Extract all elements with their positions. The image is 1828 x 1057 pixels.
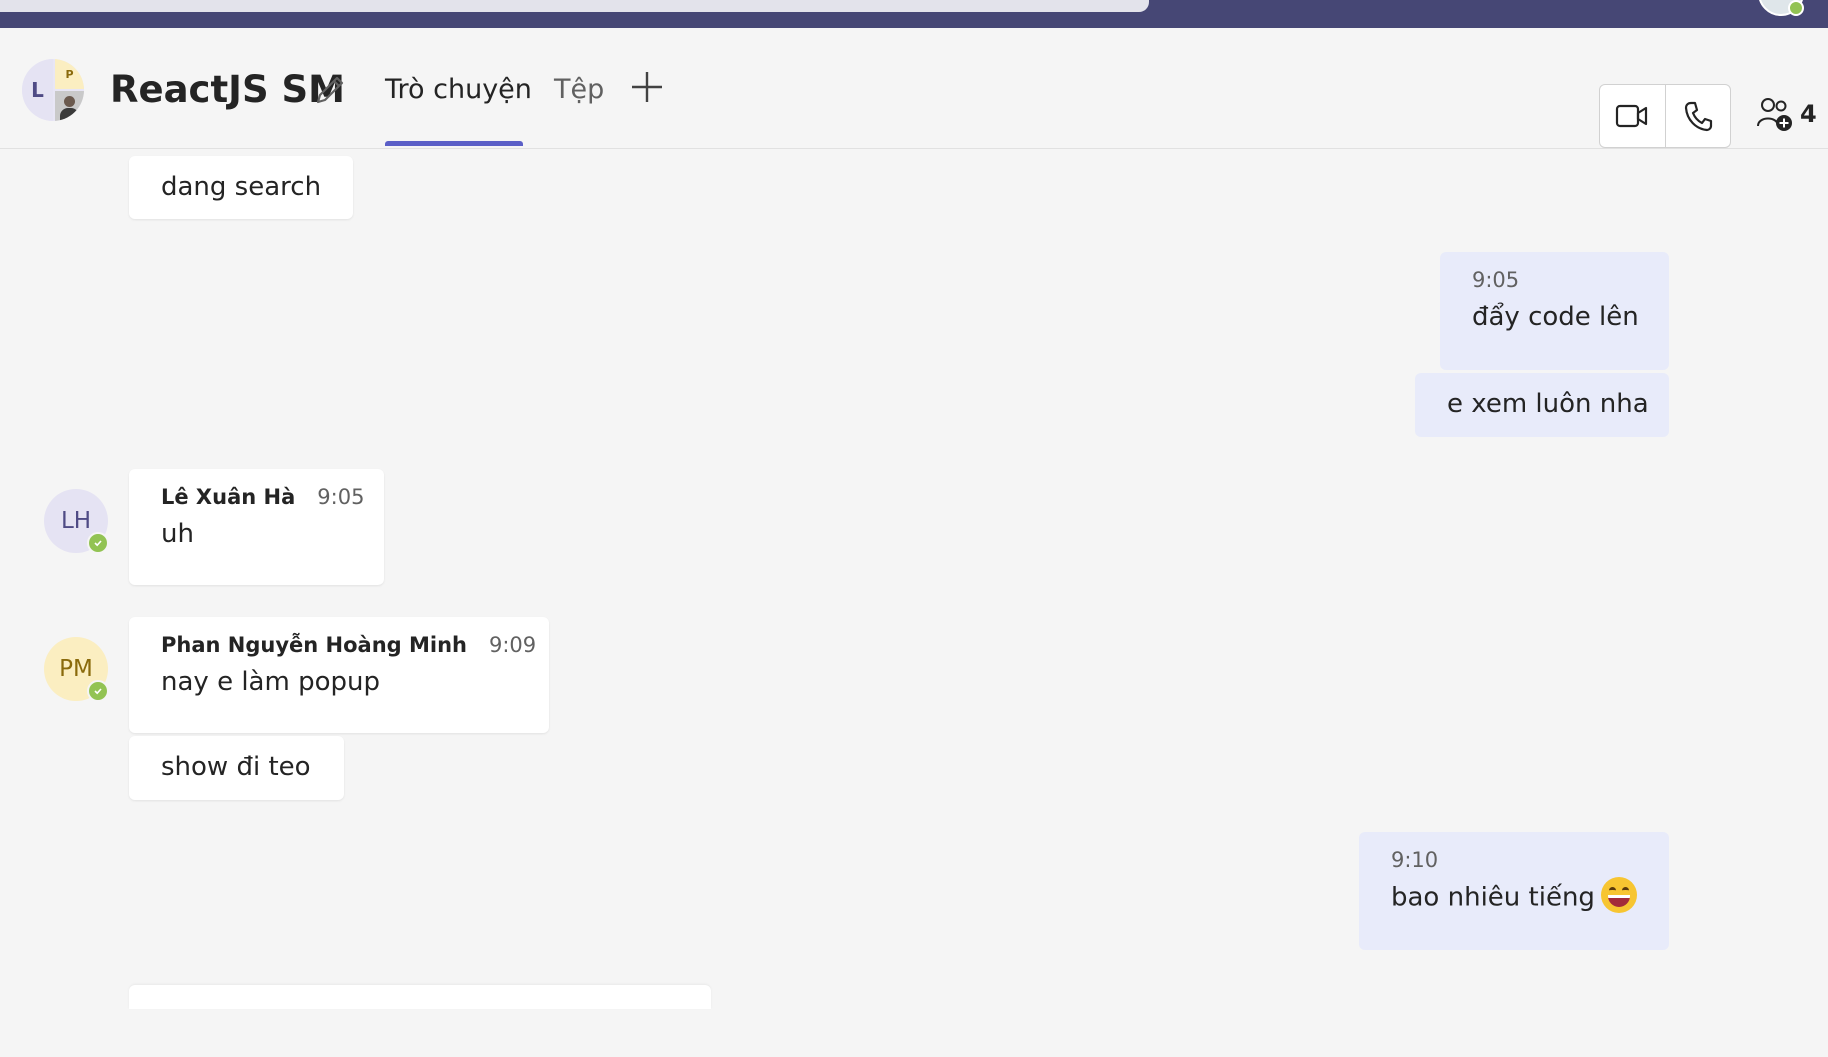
video-call-button[interactable]: [1600, 85, 1665, 147]
message-meta: 9:05: [1472, 266, 1637, 294]
message-time: 9:05: [317, 485, 365, 509]
message-meta: Phan Nguyễn Hoàng Minh 9:09: [161, 631, 536, 659]
message-text: bao nhiêu tiếng: [1391, 877, 1637, 916]
message-text: show đi teo: [161, 752, 311, 782]
app-title-bar: [0, 0, 1828, 28]
message-bubble-own[interactable]: 9:10 bao nhiêu tiếng: [1359, 832, 1669, 950]
message-text: dang search: [161, 172, 322, 202]
message-text: đẩy code lên: [1472, 302, 1639, 333]
message-bubble[interactable]: Lê Xuân Hà 9:05 uh: [129, 469, 384, 585]
message-bubble-partial[interactable]: [129, 985, 711, 1009]
audio-call-icon: [1684, 101, 1712, 132]
avatar[interactable]: LH: [44, 489, 109, 554]
video-call-icon: [1616, 104, 1648, 128]
message-text: nay e làm popup: [161, 667, 380, 698]
group-avatar-photo: [55, 91, 84, 121]
people-add-icon: [1757, 98, 1792, 131]
message-meta: Lê Xuân Hà 9:05: [161, 483, 364, 511]
participants-count: 4: [1800, 100, 1817, 128]
audio-call-button[interactable]: [1664, 85, 1731, 147]
group-avatar[interactable]: L P: [22, 59, 84, 121]
presence-available-icon: [87, 680, 109, 702]
active-tab-indicator: [385, 141, 523, 146]
message-time: 9:05: [1472, 268, 1520, 292]
message-meta: 9:10: [1391, 846, 1637, 874]
chat-title: ReactJS SM: [110, 68, 345, 111]
tab-chat[interactable]: Trò chuyện: [385, 74, 532, 105]
presence-available-icon: [87, 532, 109, 554]
message-bubble[interactable]: Phan Nguyễn Hoàng Minh 9:09 nay e làm pop…: [129, 617, 549, 733]
group-avatar-secondary-initial: P: [55, 59, 84, 89]
message-bubble-own[interactable]: 9:05 đẩy code lên: [1440, 252, 1669, 370]
message-bubble[interactable]: show đi teo: [129, 736, 344, 800]
call-button-group: [1599, 84, 1731, 148]
avatar[interactable]: PM: [44, 637, 109, 702]
avatar-initials: PM: [59, 656, 93, 682]
my-profile-avatar[interactable]: [1758, 0, 1804, 16]
grinning-face-emoji: [1600, 877, 1637, 914]
message-text: uh: [161, 519, 194, 550]
message-bubble-own[interactable]: e xem luôn nha: [1415, 373, 1669, 437]
message-time: 9:10: [1391, 848, 1439, 872]
message-author: Lê Xuân Hà: [161, 485, 296, 509]
message-time: 9:09: [489, 633, 537, 657]
message-author: Phan Nguyễn Hoàng Minh: [161, 633, 467, 657]
message-text-content: bao nhiêu tiếng: [1391, 882, 1595, 913]
message-text: e xem luôn nha: [1447, 389, 1649, 419]
message-bubble[interactable]: dang search: [129, 156, 354, 220]
presence-available-icon: [1788, 0, 1804, 16]
add-tab-icon[interactable]: [630, 70, 664, 104]
chat-header: L P ReactJS SM Trò chuyện Tệp 4: [0, 28, 1828, 149]
edit-icon[interactable]: [312, 72, 348, 108]
tab-files[interactable]: Tệp: [554, 74, 604, 105]
group-avatar-initial: L: [22, 59, 53, 121]
participants-button[interactable]: 4: [1756, 96, 1817, 132]
avatar-initials: LH: [60, 508, 92, 534]
search-bar[interactable]: [0, 0, 1149, 12]
